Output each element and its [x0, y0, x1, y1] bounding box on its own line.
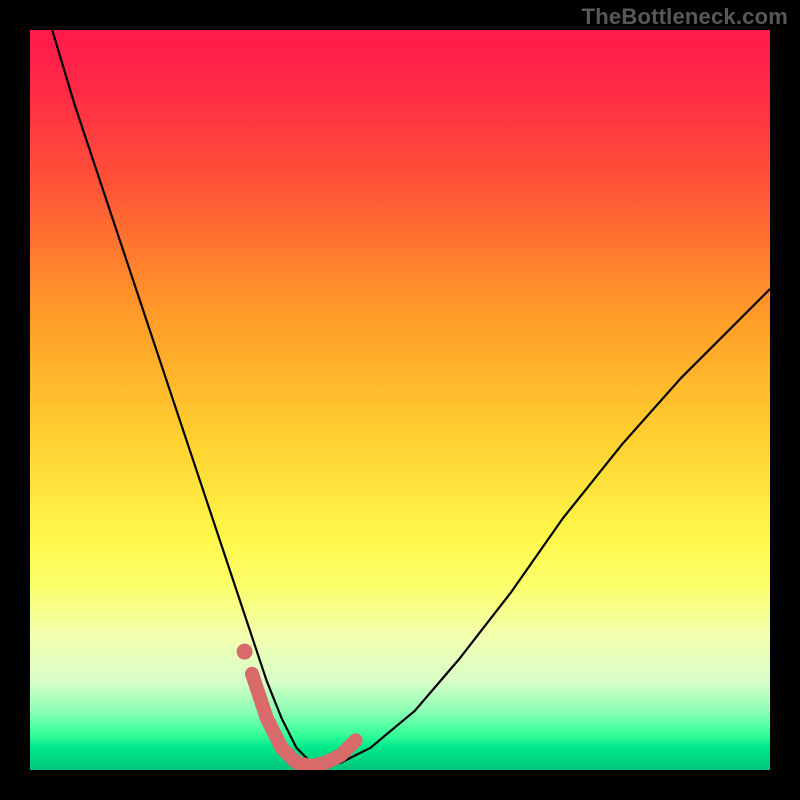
plot-area: [30, 30, 770, 770]
bottleneck-curve: [52, 30, 770, 766]
chart-stage: TheBottleneck.com: [0, 0, 800, 800]
highlight-dot: [237, 644, 253, 660]
watermark-text: TheBottleneck.com: [582, 4, 788, 30]
highlight-segment: [252, 674, 356, 767]
curve-layer: [30, 30, 770, 770]
